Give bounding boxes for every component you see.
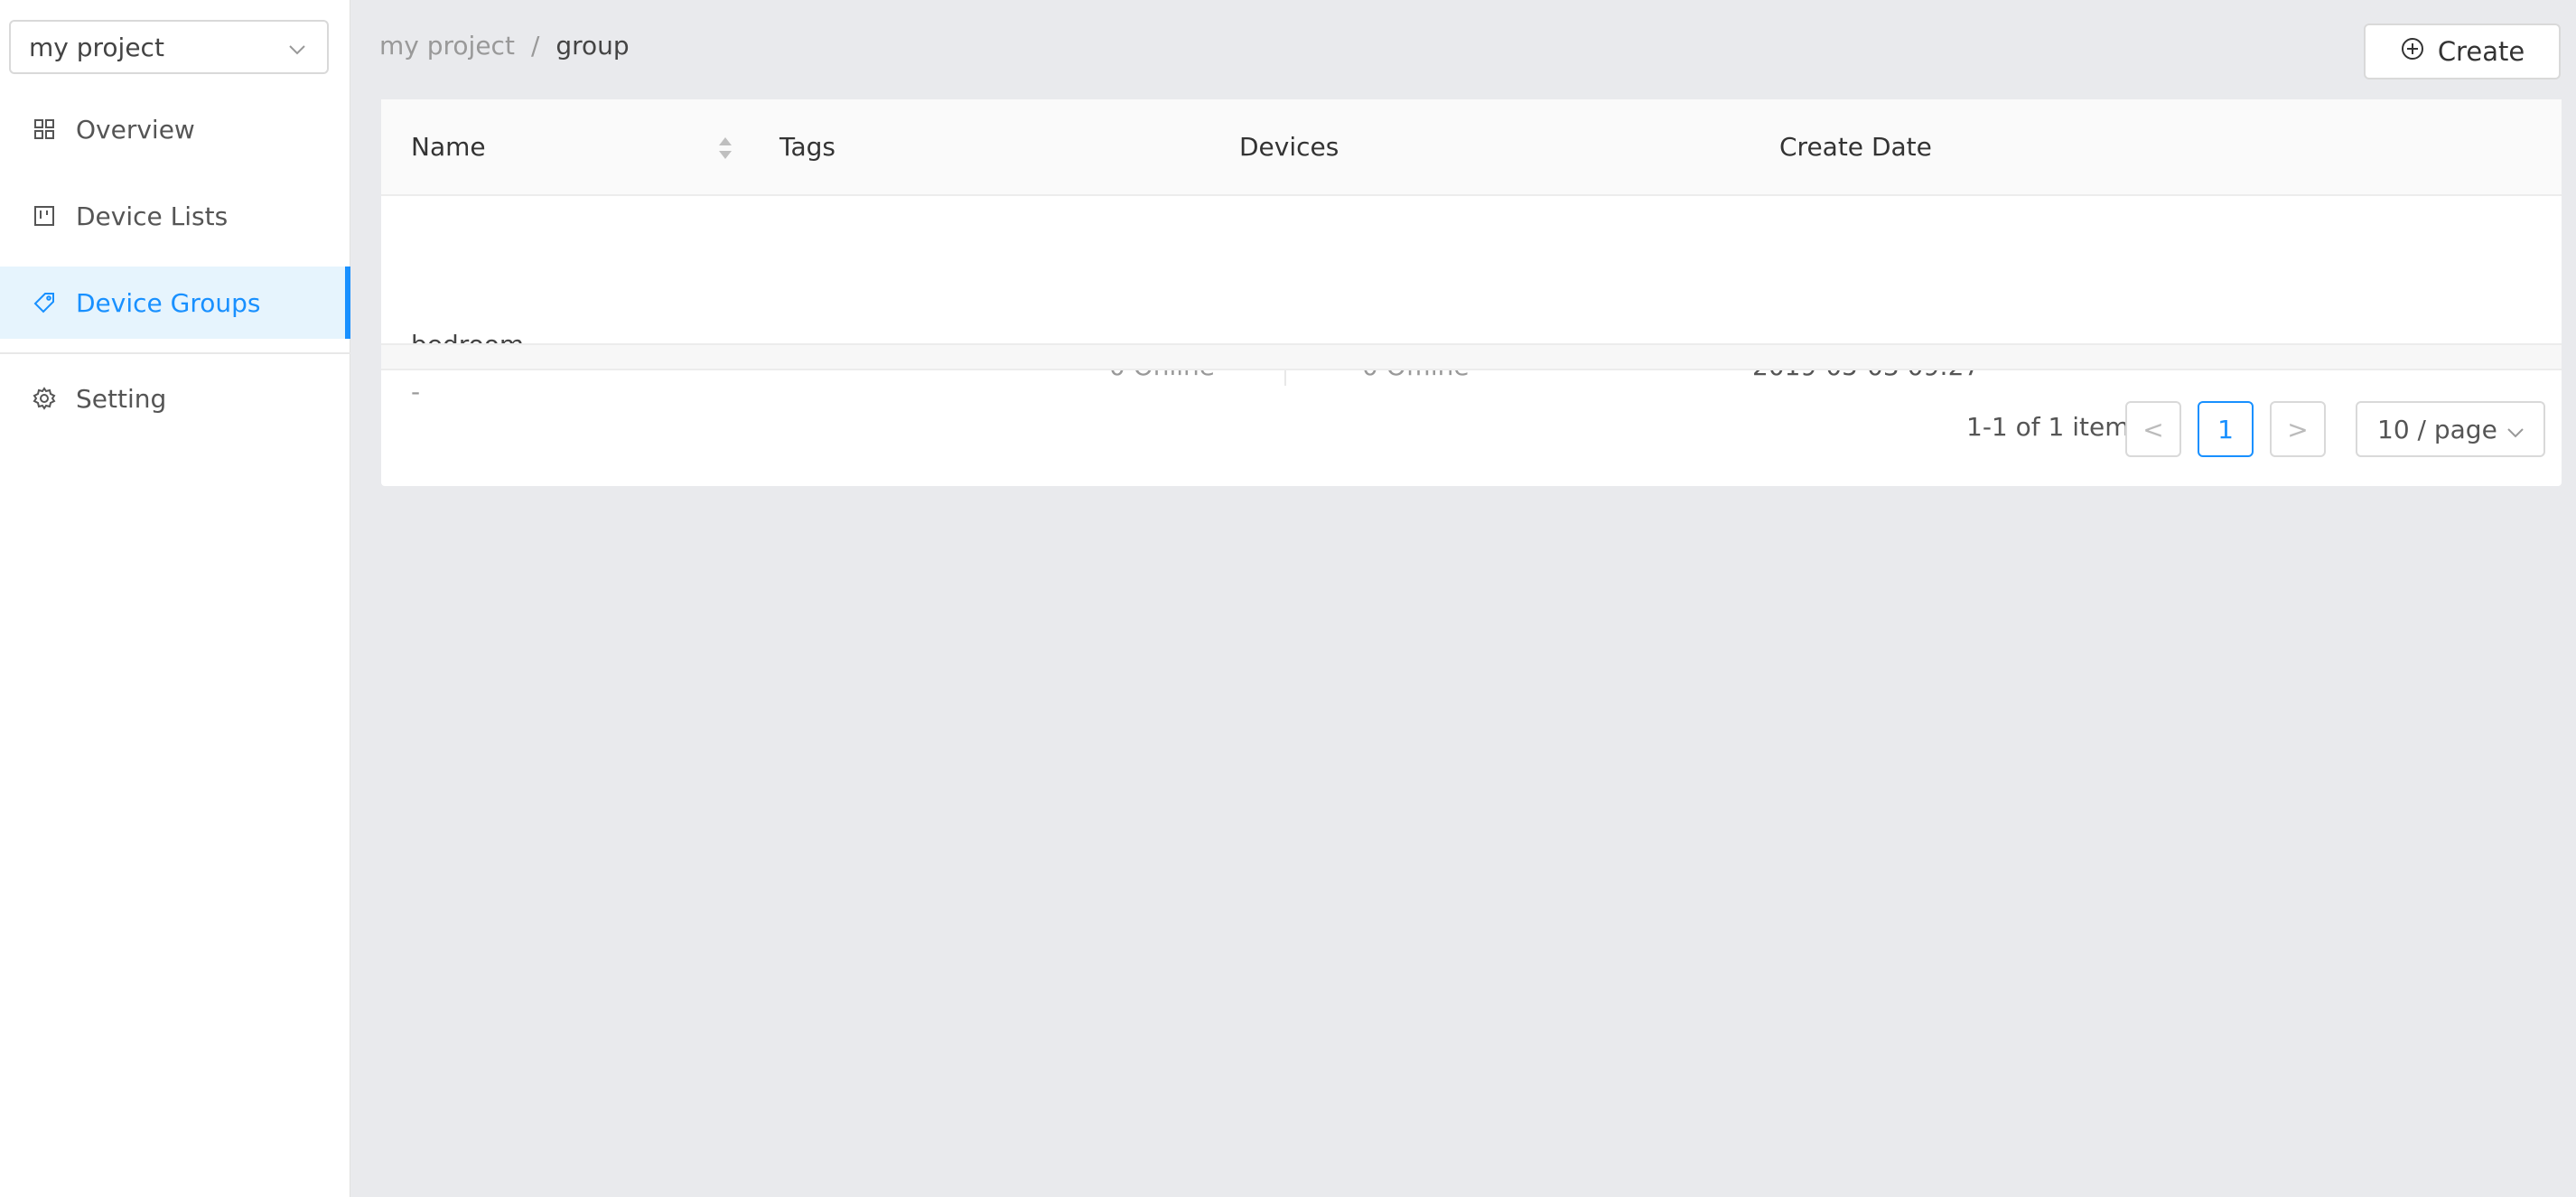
project-select[interactable]: my project	[9, 20, 329, 74]
gear-icon	[33, 387, 56, 410]
table-header: Name Tags Devices Create Date	[381, 99, 2562, 196]
sidebar-item-device-lists[interactable]: Device Lists	[0, 180, 350, 252]
create-button[interactable]: Create	[2364, 23, 2561, 79]
sidebar-item-label: Device Groups	[76, 287, 261, 318]
sidebar-item-label: Device Lists	[76, 201, 229, 231]
sidebar-item-overview[interactable]: Overview	[0, 93, 350, 165]
table-horizontal-scrollbar[interactable]	[381, 343, 2562, 370]
sidebar-item-device-groups[interactable]: Device Groups	[0, 267, 350, 339]
create-button-label: Create	[2437, 36, 2525, 67]
sidebar-item-label: Setting	[76, 383, 167, 414]
pagination-next-button[interactable]: >	[2270, 401, 2326, 457]
pagination-page-number: 1	[2217, 414, 2234, 444]
column-header-devices: Devices	[1239, 132, 1339, 162]
breadcrumb: my project / group	[379, 31, 630, 61]
project-select-value: my project	[29, 32, 164, 62]
chevron-left-icon: <	[2142, 414, 2164, 444]
grid-icon	[33, 117, 56, 141]
column-header-create-date: Create Date	[1779, 132, 1932, 162]
page-size-select[interactable]: 10 / page	[2356, 401, 2545, 457]
breadcrumb-separator: /	[530, 31, 540, 61]
breadcrumb-current: group	[555, 31, 630, 61]
group-description: -	[411, 377, 421, 407]
pagination-page-1[interactable]: 1	[2198, 401, 2254, 457]
breadcrumb-project[interactable]: my project	[379, 31, 515, 61]
chevron-down-icon	[287, 36, 307, 66]
sidebar: my project Overview Device Lists Device …	[0, 0, 350, 1197]
pagination-total: 1-1 of 1 items	[1966, 412, 2143, 442]
plus-circle-icon	[2400, 36, 2425, 68]
column-header-name[interactable]: Name	[411, 132, 486, 162]
list-board-icon	[33, 204, 56, 228]
sidebar-item-label: Overview	[76, 114, 195, 145]
groups-table-card: Name Tags Devices Create Date bedroom - …	[381, 99, 2562, 486]
sidebar-item-setting[interactable]: Setting	[0, 362, 350, 435]
page-size-value: 10 / page	[2377, 414, 2497, 444]
chevron-right-icon: >	[2287, 414, 2309, 444]
tag-icon	[33, 291, 56, 314]
pagination-prev-button[interactable]: <	[2125, 401, 2181, 457]
chevron-down-icon	[2506, 419, 2525, 449]
sort-icon[interactable]	[717, 136, 733, 164]
sidebar-divider	[0, 352, 350, 354]
column-header-tags: Tags	[779, 132, 835, 162]
